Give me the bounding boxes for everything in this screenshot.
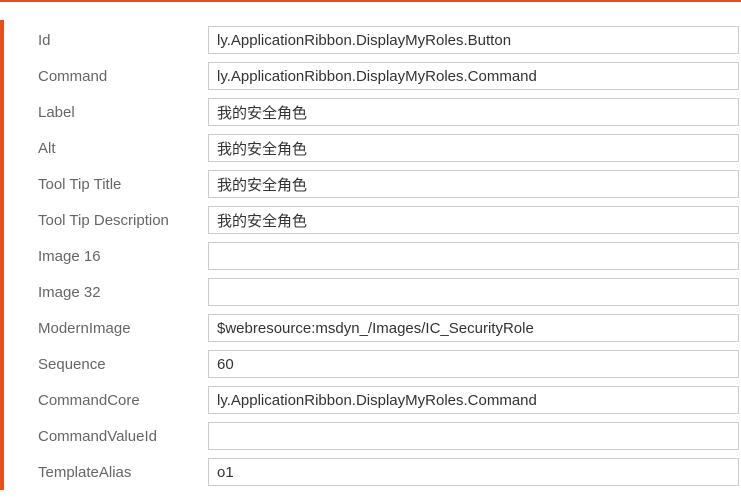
modernimage-input[interactable]	[208, 314, 739, 342]
property-row-commandvalueid: CommandValueId	[4, 418, 741, 454]
properties-list: Id Command Label Alt Tool Tip Title Tool…	[4, 20, 741, 490]
modernimage-label: ModernImage	[4, 320, 208, 337]
property-row-id: Id	[4, 22, 741, 58]
image32-label: Image 32	[4, 284, 208, 301]
commandvalueid-input[interactable]	[208, 422, 739, 450]
property-row-tooltip-title: Tool Tip Title	[4, 166, 741, 202]
tooltip-title-label: Tool Tip Title	[4, 176, 208, 193]
property-row-modernimage: ModernImage	[4, 310, 741, 346]
property-row-tooltip-description: Tool Tip Description	[4, 202, 741, 238]
properties-panel: Id Command Label Alt Tool Tip Title Tool…	[0, 20, 741, 490]
property-row-command: Command	[4, 58, 741, 94]
label-input[interactable]	[208, 98, 739, 126]
tooltip-title-input[interactable]	[208, 170, 739, 198]
alt-label: Alt	[4, 140, 208, 157]
tooltip-description-input[interactable]	[208, 206, 739, 234]
property-row-commandcore: CommandCore	[4, 382, 741, 418]
property-row-sequence: Sequence	[4, 346, 741, 382]
sequence-label: Sequence	[4, 356, 208, 373]
commandcore-label: CommandCore	[4, 392, 208, 409]
image16-label: Image 16	[4, 248, 208, 265]
id-input[interactable]	[208, 26, 739, 54]
commandcore-input[interactable]	[208, 386, 739, 414]
label-label: Label	[4, 104, 208, 121]
property-row-templatealias: TemplateAlias	[4, 454, 741, 490]
commandvalueid-label: CommandValueId	[4, 428, 208, 445]
id-label: Id	[4, 32, 208, 49]
property-row-alt: Alt	[4, 130, 741, 166]
templatealias-input[interactable]	[208, 458, 739, 486]
property-row-image16: Image 16	[4, 238, 741, 274]
image32-input[interactable]	[208, 278, 739, 306]
property-row-label: Label	[4, 94, 741, 130]
command-label: Command	[4, 68, 208, 85]
command-input[interactable]	[208, 62, 739, 90]
image16-input[interactable]	[208, 242, 739, 270]
templatealias-label: TemplateAlias	[4, 464, 208, 481]
tooltip-description-label: Tool Tip Description	[4, 212, 208, 229]
alt-input[interactable]	[208, 134, 739, 162]
sequence-input[interactable]	[208, 350, 739, 378]
top-gap	[0, 2, 741, 20]
property-row-image32: Image 32	[4, 274, 741, 310]
